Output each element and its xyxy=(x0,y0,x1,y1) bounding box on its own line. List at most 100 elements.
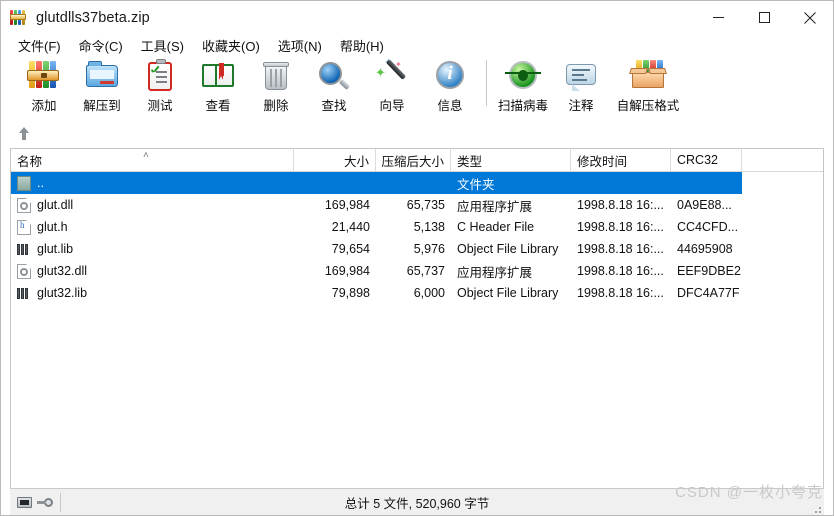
toolbar-extract-button[interactable]: 解压到 xyxy=(73,56,131,118)
table-row[interactable]: glut32.dll 169,984 65,737 应用程序扩展 1998.8.… xyxy=(11,260,823,282)
toolbar-test-label: 测试 xyxy=(147,99,173,113)
archive-add-icon xyxy=(25,58,63,94)
resize-grip[interactable] xyxy=(810,502,822,514)
file-name-cell: .. xyxy=(11,175,294,191)
file-list-header: 名称 大小 压缩后大小 类型 修改时间 CRC32 ˄ xyxy=(11,149,823,172)
file-size-cell: 79,898 xyxy=(331,286,370,300)
file-name-cell: glut.lib xyxy=(11,242,294,257)
file-packed-cell: 5,976 xyxy=(413,242,445,256)
file-modified-cell: 1998.8.18 16:... xyxy=(577,264,664,278)
column-header-modified[interactable]: 修改时间 xyxy=(571,149,671,171)
toolbar-info-button[interactable]: i 信息 xyxy=(421,56,479,118)
up-arrow-icon xyxy=(19,127,29,140)
menu-commands[interactable]: 命令(C) xyxy=(70,35,132,55)
menu-bar: 文件(F) 命令(C) 工具(S) 收藏夹(O) 选项(N) 帮助(H) xyxy=(1,34,833,56)
file-type-cell: 应用程序扩展 xyxy=(457,199,533,214)
sfx-box-icon xyxy=(629,58,667,94)
column-header-packed-size[interactable]: 压缩后大小 xyxy=(376,149,451,171)
file-name-cell: glut.dll xyxy=(11,197,294,213)
dll-file-icon xyxy=(17,263,31,279)
column-header-name[interactable]: 名称 xyxy=(11,149,294,171)
toolbar-info-label: 信息 xyxy=(437,99,463,113)
minimize-button[interactable] xyxy=(695,1,741,34)
file-name-text: .. xyxy=(37,176,44,190)
window-controls xyxy=(695,1,833,34)
toolbar-view-button[interactable]: 查看 xyxy=(189,56,247,118)
file-packed-cell: 65,737 xyxy=(406,264,445,278)
file-size-cell: 21,440 xyxy=(331,220,370,234)
file-name-cell: glut32.lib xyxy=(11,286,294,301)
status-bar: 总计 5 文件, 520,960 字节 xyxy=(10,488,824,515)
file-type-cell: 应用程序扩展 xyxy=(457,265,533,280)
toolbar-wizard-button[interactable]: ✦✦✦ 向导 xyxy=(363,56,421,118)
file-crc-cell: DFC4A77F xyxy=(677,286,740,300)
column-header-type[interactable]: 类型 xyxy=(451,149,571,171)
toolbar-separator xyxy=(486,60,487,106)
navigation-bar xyxy=(1,118,833,148)
file-name-cell: glut.h xyxy=(11,219,294,235)
file-size-cell: 169,984 xyxy=(324,264,370,278)
file-list: 名称 大小 压缩后大小 类型 修改时间 CRC32 ˄ .. 文件夹 glut.… xyxy=(10,148,824,488)
toolbar-find-label: 查找 xyxy=(321,99,347,113)
close-button[interactable] xyxy=(787,1,833,34)
toolbar-sfx-button[interactable]: 自解压格式 xyxy=(610,56,686,118)
table-row[interactable]: glut.h 21,440 5,138 C Header File 1998.8… xyxy=(11,216,823,238)
file-modified-cell: 1998.8.18 16:... xyxy=(577,220,664,234)
comment-bubble-icon xyxy=(562,58,600,94)
up-one-level-button[interactable] xyxy=(11,121,37,145)
file-size-cell: 169,984 xyxy=(324,198,370,212)
file-packed-cell: 5,138 xyxy=(413,220,445,234)
key-icon[interactable] xyxy=(37,497,53,508)
file-packed-cell: 6,000 xyxy=(413,286,445,300)
open-book-view-icon xyxy=(199,58,237,94)
maximize-button[interactable] xyxy=(741,1,787,34)
toolbar-delete-button[interactable]: 删除 xyxy=(247,56,305,118)
menu-help[interactable]: 帮助(H) xyxy=(331,35,393,55)
file-type-cell: Object File Library xyxy=(457,286,559,300)
menu-favorites[interactable]: 收藏夹(O) xyxy=(193,35,269,55)
magnifier-find-icon xyxy=(315,58,353,94)
toolbar-extract-label: 解压到 xyxy=(83,99,121,113)
file-name-text: glut.h xyxy=(37,220,68,234)
table-row[interactable]: glut32.lib 79,898 6,000 Object File Libr… xyxy=(11,282,823,304)
trash-delete-icon xyxy=(257,58,295,94)
virus-scan-icon xyxy=(504,58,542,94)
file-name-text: glut32.lib xyxy=(37,286,88,300)
file-type-cell: C Header File xyxy=(457,220,535,234)
file-modified-cell: 1998.8.18 16:... xyxy=(577,286,664,300)
table-row[interactable]: glut.dll 169,984 65,735 应用程序扩展 1998.8.18… xyxy=(11,194,823,216)
file-name-cell: glut32.dll xyxy=(11,263,294,279)
lib-file-icon xyxy=(17,286,31,301)
menu-tools[interactable]: 工具(S) xyxy=(132,35,193,55)
table-row[interactable]: glut.lib 79,654 5,976 Object File Librar… xyxy=(11,238,823,260)
toolbar-delete-label: 删除 xyxy=(263,99,289,113)
menu-options[interactable]: 选项(N) xyxy=(269,35,331,55)
toolbar-comment-label: 注释 xyxy=(568,99,594,113)
column-header-crc32[interactable]: CRC32 xyxy=(671,149,742,171)
info-circle-icon: i xyxy=(431,58,469,94)
toolbar-sfx-label: 自解压格式 xyxy=(616,99,680,113)
file-type-cell: Object File Library xyxy=(457,242,559,256)
toolbar-find-button[interactable]: 查找 xyxy=(305,56,363,118)
file-crc-cell: 0A9E88... xyxy=(677,198,732,212)
file-list-rows: .. 文件夹 glut.dll 169,984 65,735 应用程序扩展 19… xyxy=(11,172,823,488)
title-bar: glutdlls37beta.zip xyxy=(1,1,833,34)
file-packed-cell: 65,735 xyxy=(406,198,445,212)
column-header-size[interactable]: 大小 xyxy=(294,149,376,171)
menu-file[interactable]: 文件(F) xyxy=(9,35,70,55)
toolbar-add-label: 添加 xyxy=(31,99,57,113)
file-crc-cell: CC4CFD... xyxy=(677,220,739,234)
drive-icon[interactable] xyxy=(17,496,32,508)
toolbar-test-button[interactable]: 测试 xyxy=(131,56,189,118)
toolbar-virusscan-button[interactable]: 扫描病毒 xyxy=(494,56,552,118)
table-row[interactable]: .. 文件夹 xyxy=(11,172,742,194)
toolbar-add-button[interactable]: 添加 xyxy=(15,56,73,118)
file-modified-cell: 1998.8.18 16:... xyxy=(577,242,664,256)
file-name-text: glut.dll xyxy=(37,198,74,212)
file-modified-cell: 1998.8.18 16:... xyxy=(577,198,664,212)
toolbar-comment-button[interactable]: 注释 xyxy=(552,56,610,118)
file-size-cell: 79,654 xyxy=(331,242,370,256)
extract-folder-icon xyxy=(83,58,121,94)
file-type-cell: 文件夹 xyxy=(457,177,495,192)
toolbar-virusscan-label: 扫描病毒 xyxy=(497,99,548,113)
